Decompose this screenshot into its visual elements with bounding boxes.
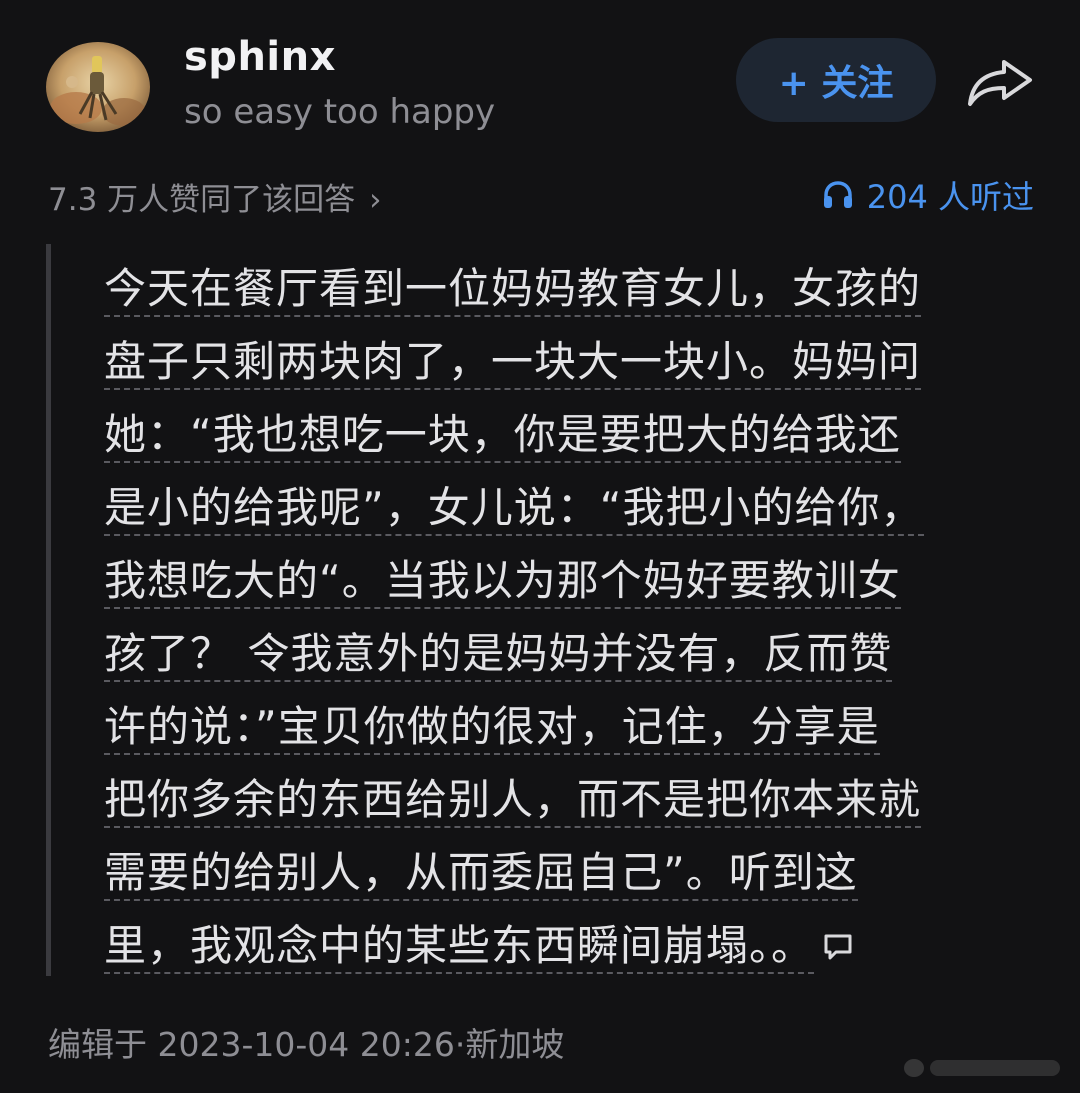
author-name[interactable]: sphinx bbox=[184, 34, 336, 80]
comment-bubble-icon[interactable] bbox=[822, 932, 854, 964]
edit-info: 编辑于 2023-10-04 20:26·新加坡 bbox=[48, 1025, 565, 1064]
author-avatar[interactable] bbox=[46, 42, 150, 132]
answer-body: 今天在餐厅看到一位妈妈教育女儿，女孩的 盘子只剩两块肉了，一块大一块小。妈妈问 … bbox=[104, 252, 1044, 982]
answer-line: 需要的给别人，从而委屈自己”。听到这 bbox=[104, 836, 1044, 909]
follow-button-label: + 关注 bbox=[778, 63, 894, 104]
answer-line: 我想吃大的“。当我以为那个妈好要教训女 bbox=[104, 544, 1044, 617]
answer-line: 今天在餐厅看到一位妈妈教育女儿，女孩的 bbox=[104, 252, 1044, 325]
answer-stats-row: 7.3 万人赞同了该回答 › 204 人听过 bbox=[0, 168, 1080, 224]
answer-line: 是小的给我呢”，女儿说：“我把小的给你， bbox=[104, 471, 1044, 544]
likes-count-link[interactable]: 7.3 万人赞同了该回答 › bbox=[48, 174, 382, 219]
author-bio: so easy too happy bbox=[184, 92, 496, 132]
follow-button[interactable]: + 关注 bbox=[736, 38, 936, 122]
chevron-right-icon: › bbox=[369, 182, 382, 218]
answer-header: sphinx so easy too happy + 关注 bbox=[0, 0, 1080, 160]
likes-count: 7.3 万人赞同了该回答 bbox=[48, 182, 356, 218]
share-arrow-icon[interactable] bbox=[966, 56, 1034, 108]
watermark-logo bbox=[900, 1052, 1070, 1084]
answer-line: 孩了？ 令我意外的是妈妈并没有，反而赞 bbox=[104, 617, 1044, 690]
listen-count-link[interactable]: 204 人听过 bbox=[821, 172, 1034, 218]
answer-line: 盘子只剩两块肉了，一块大一块小。妈妈问 bbox=[104, 325, 1044, 398]
answer-line: 许的说：”宝贝你做的很对，记住，分享是 bbox=[104, 690, 1044, 763]
headphones-icon bbox=[823, 181, 852, 208]
answer-line: 里，我观念中的某些东西瞬间崩塌。。 bbox=[104, 909, 1044, 982]
answer-line: 她：“我也想吃一块，你是要把大的给我还 bbox=[104, 398, 1044, 471]
answer-line: 把你多余的东西给别人，而不是把你本来就 bbox=[104, 763, 1044, 836]
quote-bar bbox=[46, 244, 51, 976]
listen-count: 204 人听过 bbox=[866, 178, 1034, 216]
